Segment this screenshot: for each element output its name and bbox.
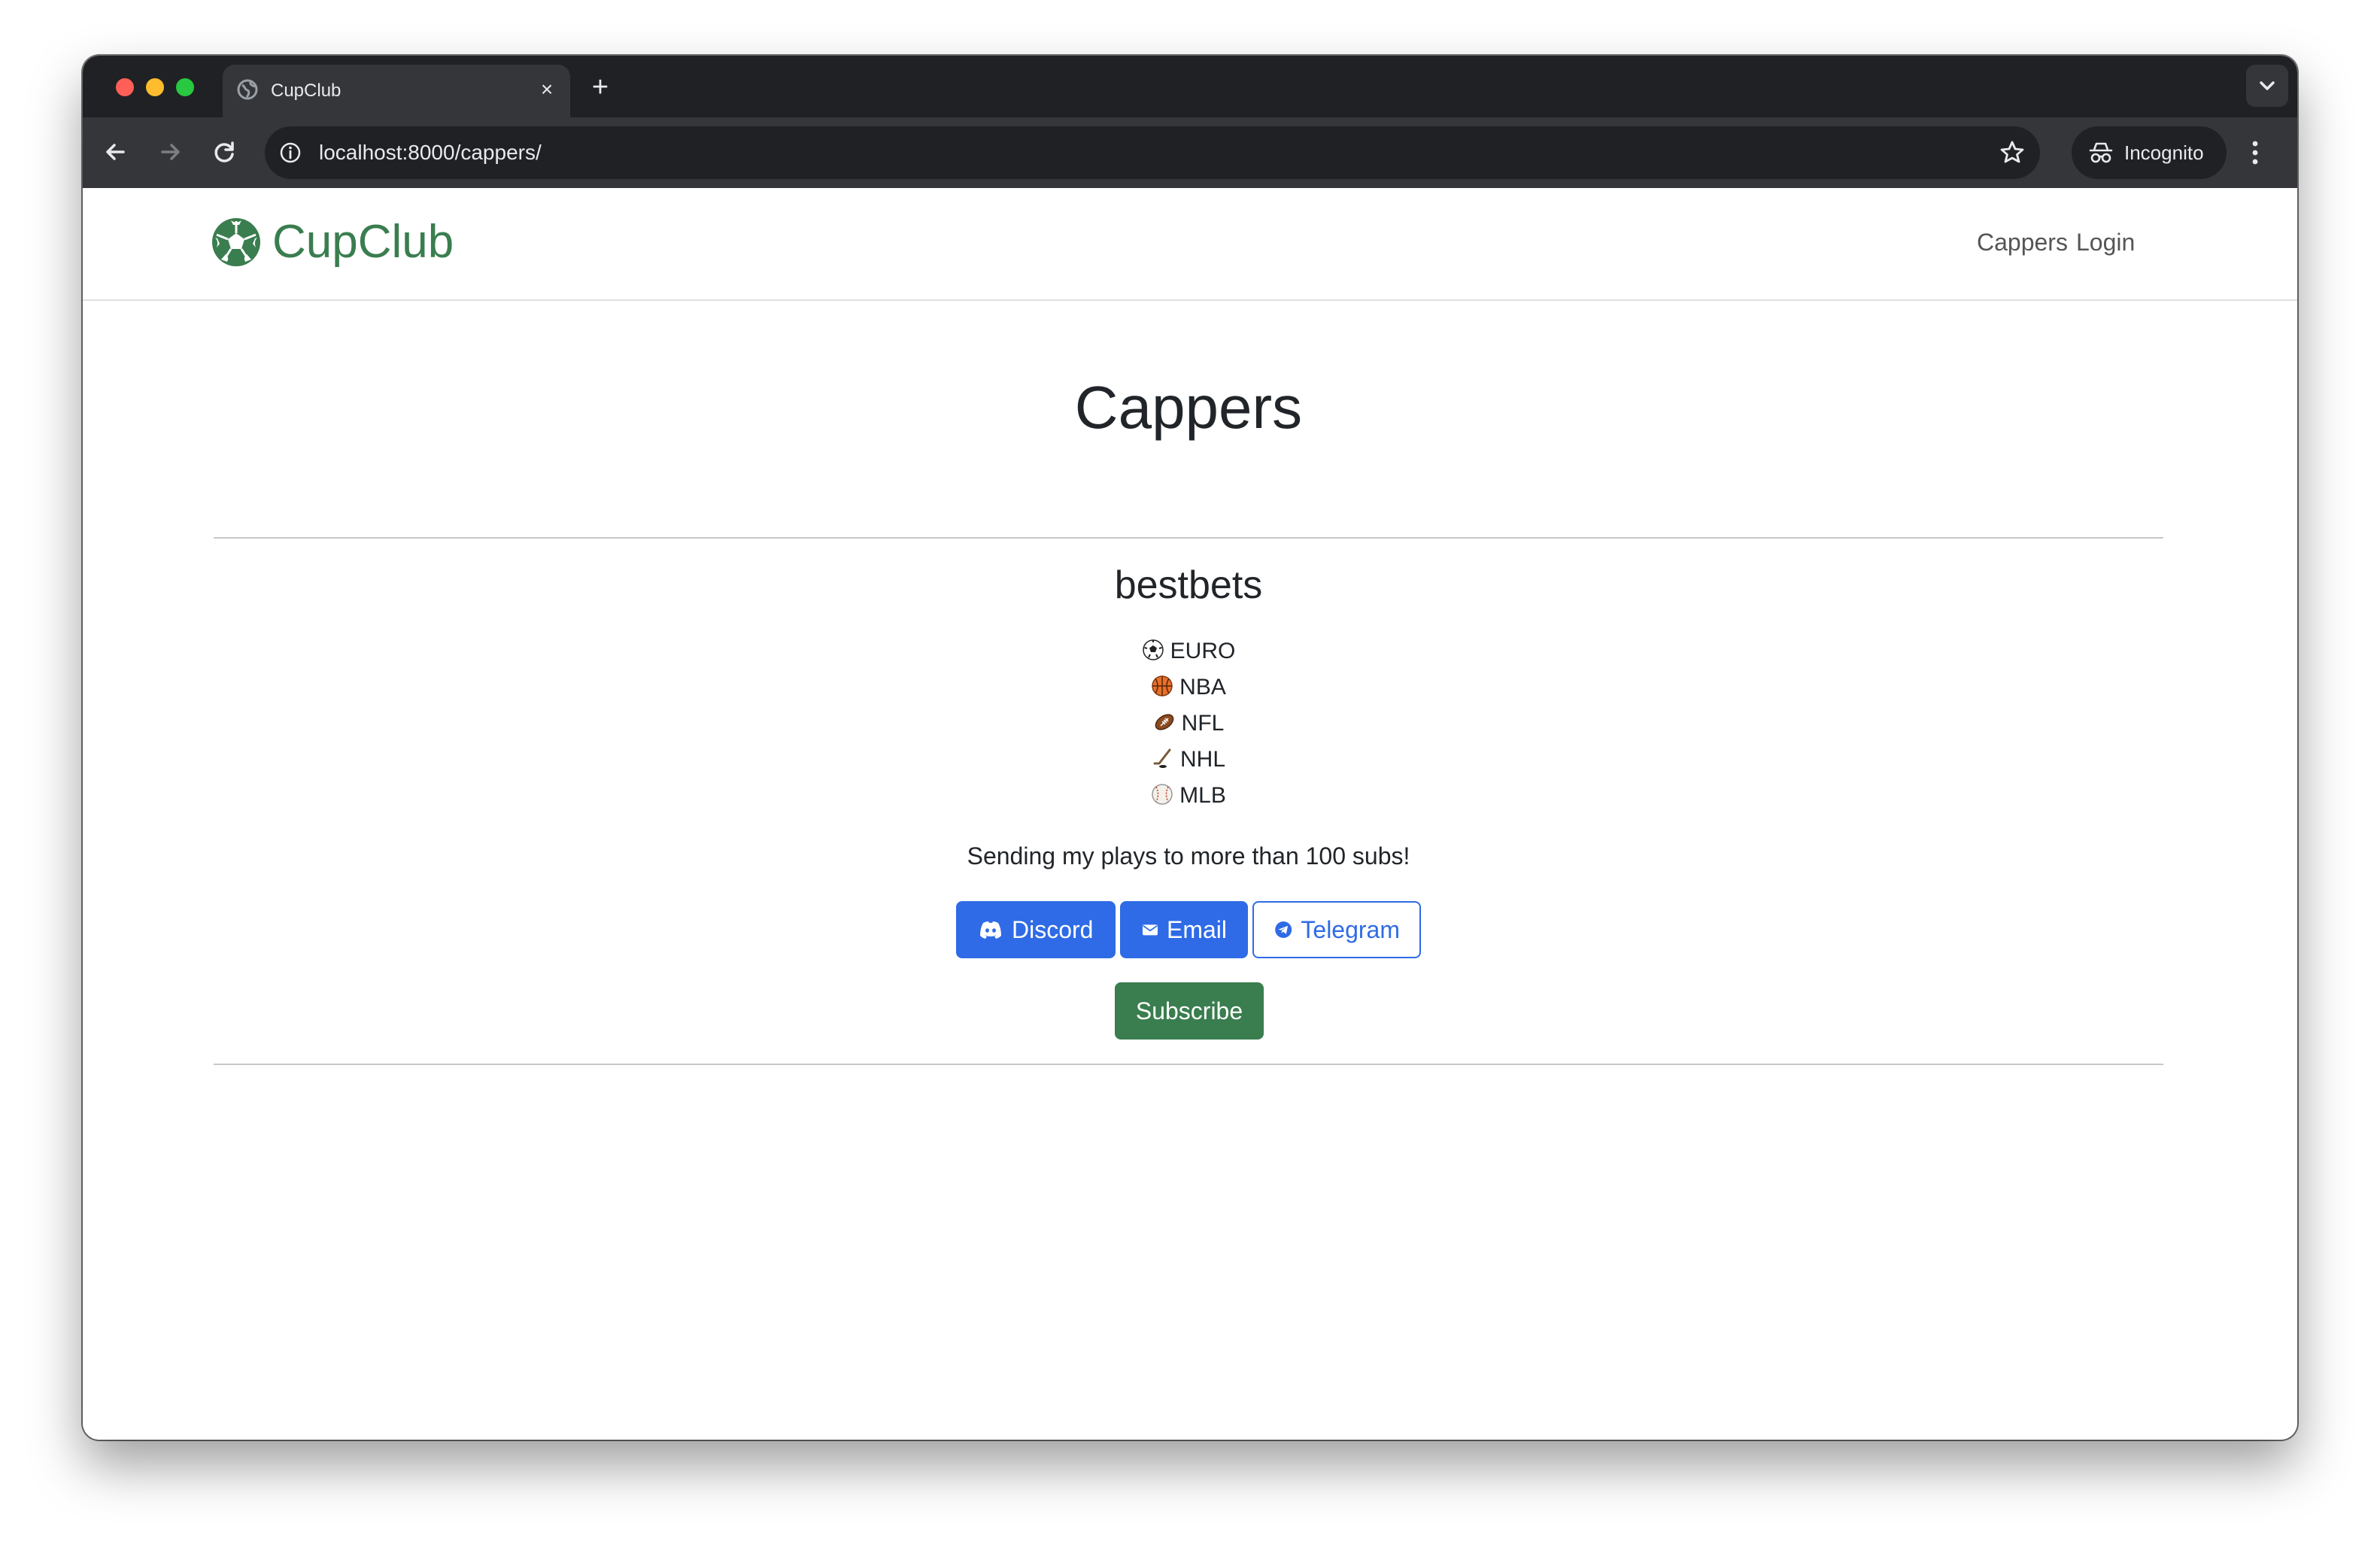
baseball-icon xyxy=(1152,784,1173,805)
league-item: MLB xyxy=(214,778,2163,814)
web-page: CupClub Cappers Login Cappers bestbets E… xyxy=(83,188,2297,1440)
basketball-icon xyxy=(1152,675,1173,697)
league-item: NHL xyxy=(214,742,2163,778)
back-arrow-icon[interactable] xyxy=(98,134,134,170)
brand-logo[interactable]: CupClub xyxy=(272,214,454,271)
channel-buttons: Discord Email Telegram xyxy=(214,901,2163,958)
league-list: EURO NBA NFL NHL MLB xyxy=(214,633,2163,814)
new-tab-button[interactable]: + xyxy=(585,72,615,102)
forward-arrow-icon[interactable] xyxy=(152,134,188,170)
email-label: Email xyxy=(1166,916,1227,943)
divider xyxy=(214,1064,2163,1065)
subscribe-button[interactable]: Subscribe xyxy=(1115,982,1264,1040)
tab-bar: CupClub × + xyxy=(83,56,2297,117)
discord-button[interactable]: Discord xyxy=(956,901,1116,958)
address-bar[interactable]: localhost:8000/cappers/ xyxy=(265,126,2040,179)
league-item: EURO xyxy=(214,633,2163,669)
capper-name: bestbets xyxy=(1114,563,1263,607)
page-title: Cappers xyxy=(1074,374,1303,441)
browser-tab[interactable]: CupClub × xyxy=(223,65,570,117)
envelope-icon xyxy=(1142,924,1158,936)
close-window-button[interactable] xyxy=(116,78,134,96)
soccer-ball-icon xyxy=(1142,639,1164,660)
telegram-label: Telegram xyxy=(1301,916,1400,943)
tab-title: CupClub xyxy=(271,80,342,101)
league-label: NFL xyxy=(1181,711,1225,736)
divider xyxy=(214,537,2163,539)
league-label: NBA xyxy=(1179,675,1226,700)
tab-search-button[interactable] xyxy=(2246,65,2288,107)
telegram-button[interactable]: Telegram xyxy=(1252,901,1421,958)
league-label: NHL xyxy=(1179,747,1225,772)
chevron-down-icon xyxy=(2260,81,2275,90)
incognito-icon xyxy=(2089,142,2113,163)
tab-close-icon[interactable]: × xyxy=(534,77,560,102)
league-item: NFL xyxy=(214,706,2163,742)
nav-link-login[interactable]: Login xyxy=(2076,227,2135,257)
more-menu-icon[interactable] xyxy=(2240,134,2270,171)
discord-icon xyxy=(980,921,1001,939)
capper-tagline: Sending my plays to more than 100 subs! xyxy=(967,842,1410,870)
incognito-indicator[interactable]: Incognito xyxy=(2072,126,2227,179)
site-info-icon[interactable] xyxy=(278,141,302,165)
discord-label: Discord xyxy=(1012,916,1094,943)
incognito-label: Incognito xyxy=(2124,141,2204,164)
browser-window: CupClub × + localhost:8000/cappers/ Inco… xyxy=(83,56,2297,1440)
soccer-ball-icon[interactable] xyxy=(212,218,260,266)
league-item: NBA xyxy=(214,669,2163,706)
league-label: MLB xyxy=(1179,783,1226,808)
hockey-stick-icon xyxy=(1153,748,1171,768)
league-label: EURO xyxy=(1170,639,1236,663)
browser-toolbar: localhost:8000/cappers/ Incognito xyxy=(83,117,2297,188)
nav-link-cappers[interactable]: Cappers xyxy=(1977,227,2068,257)
reload-icon[interactable] xyxy=(206,134,242,170)
site-navbar: CupClub Cappers Login xyxy=(83,188,2297,301)
url-text: localhost:8000/cappers/ xyxy=(319,141,542,164)
maximize-window-button[interactable] xyxy=(176,78,194,96)
bookmark-star-icon[interactable] xyxy=(1998,138,2026,167)
telegram-icon xyxy=(1275,921,1292,938)
email-button[interactable]: Email xyxy=(1120,901,1248,958)
globe-icon xyxy=(237,79,258,100)
minimize-window-button[interactable] xyxy=(146,78,164,96)
football-icon xyxy=(1155,714,1174,730)
